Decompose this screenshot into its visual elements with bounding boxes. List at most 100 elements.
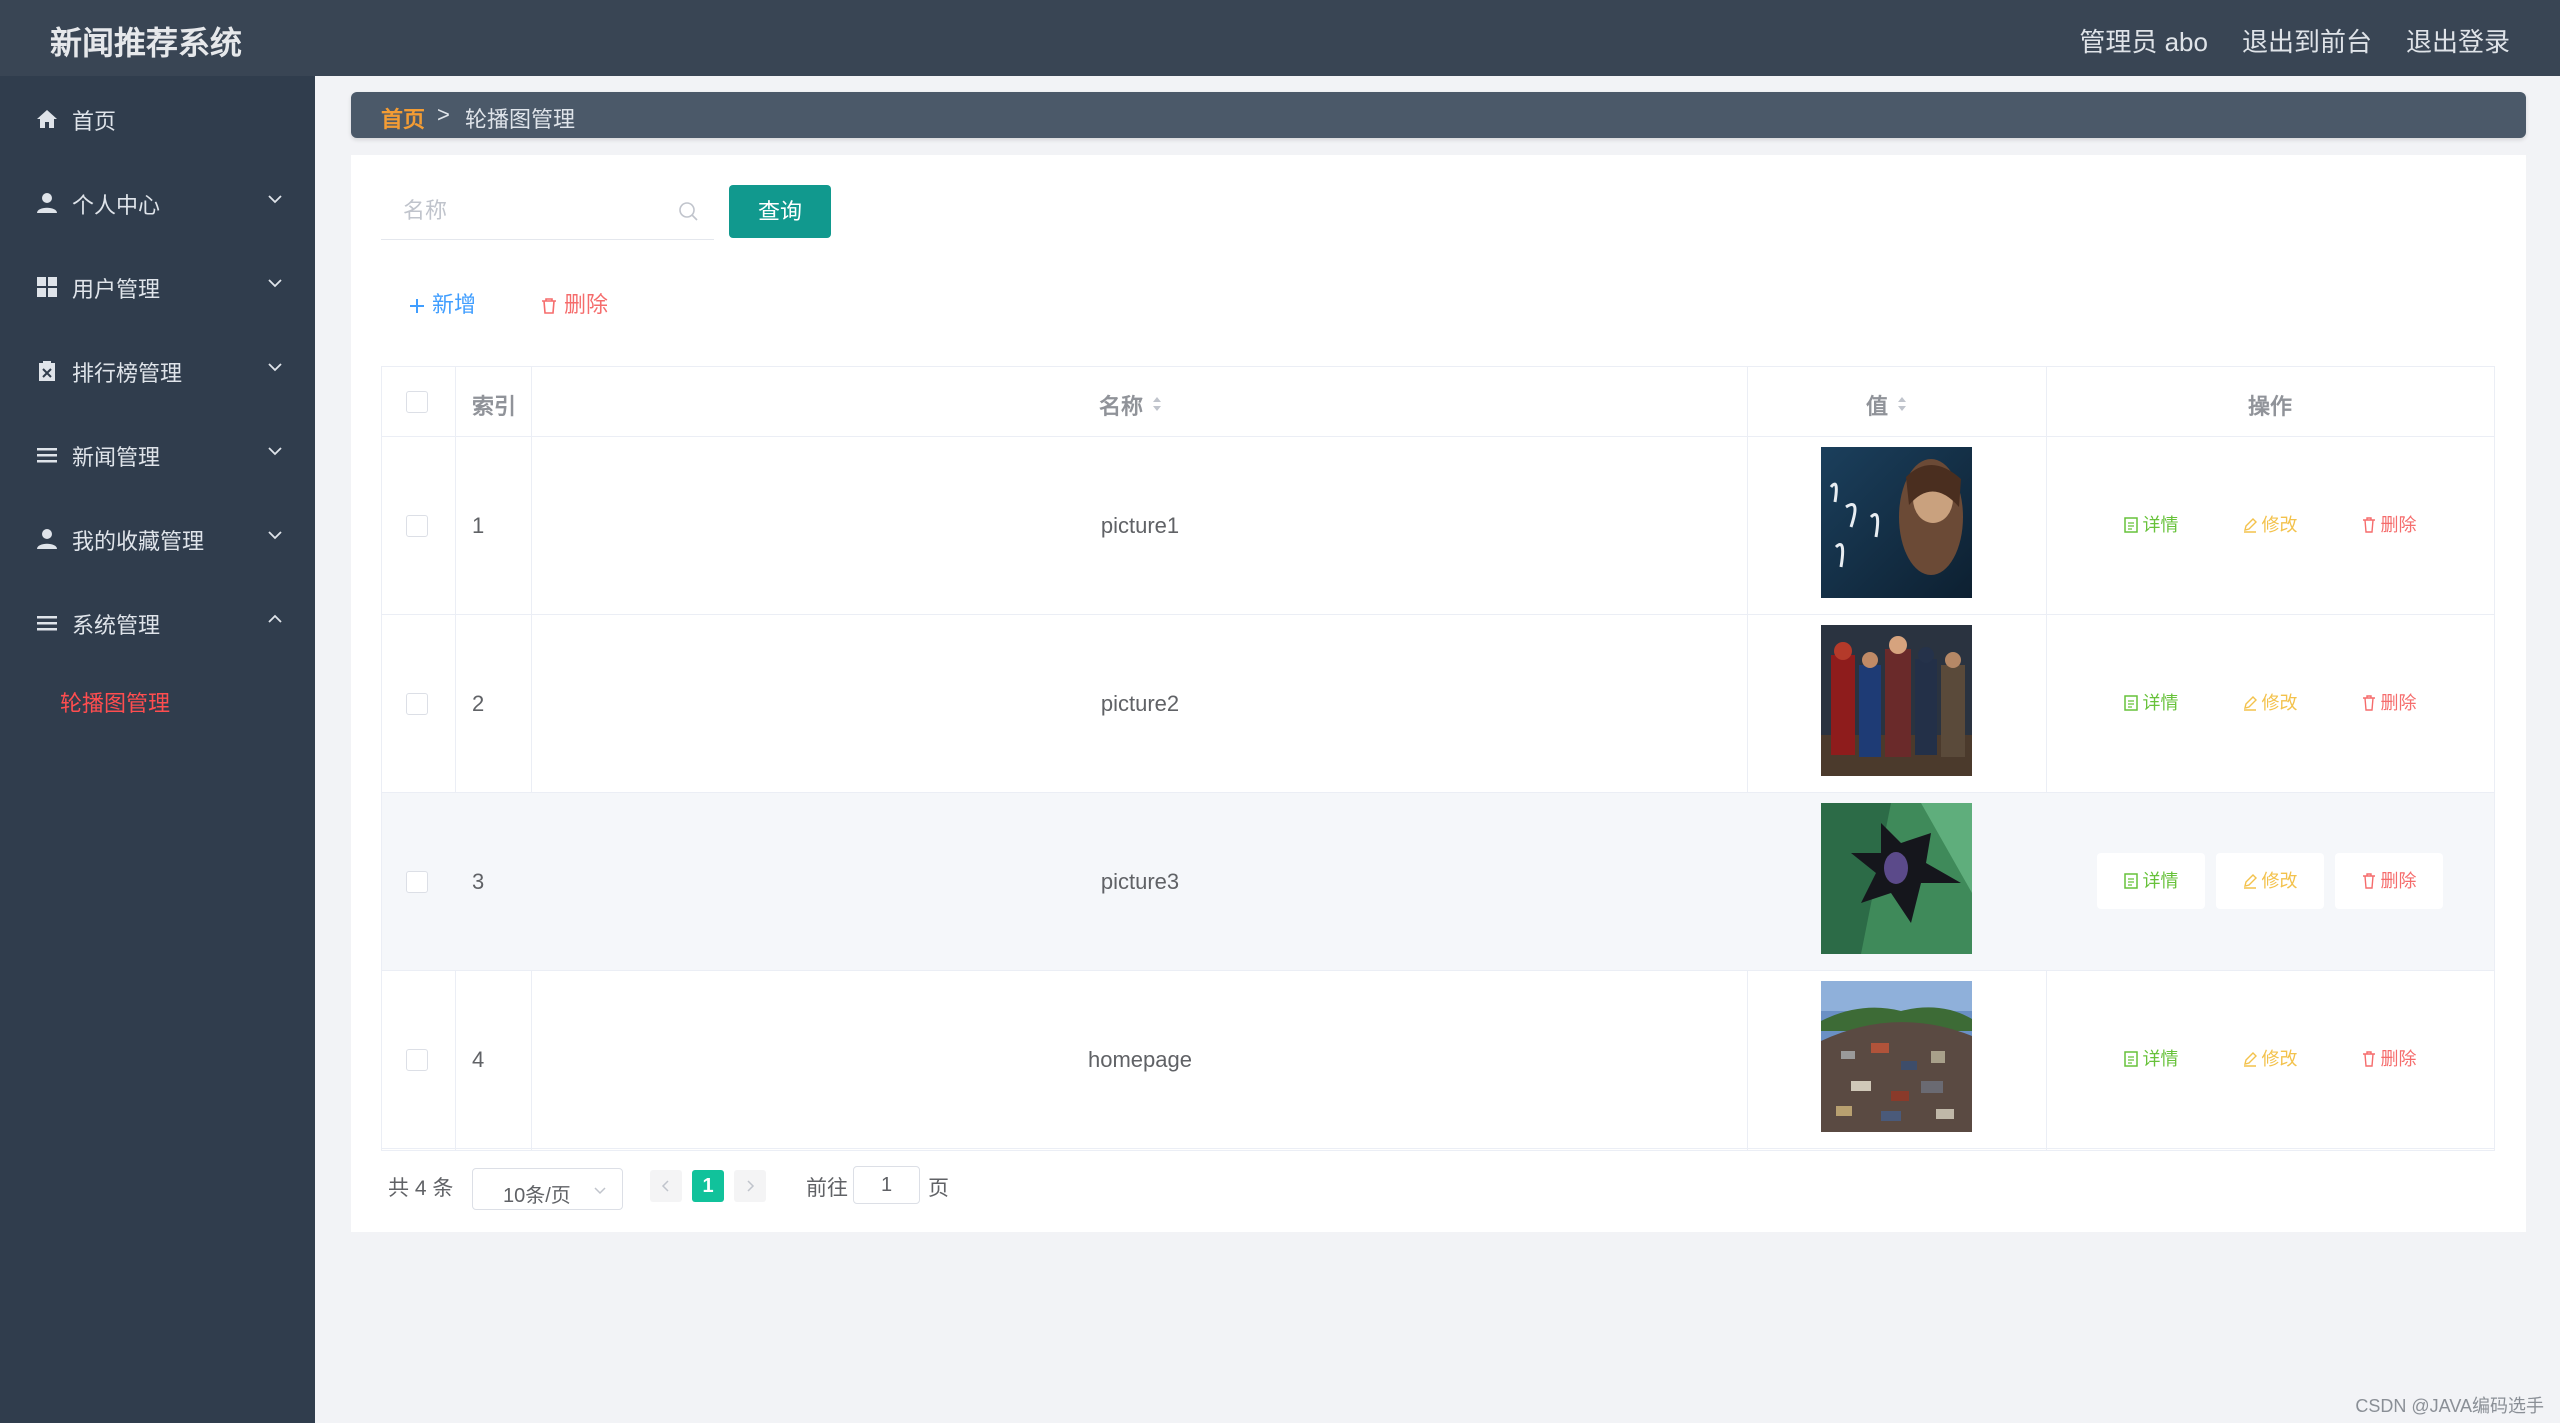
- page-size-select[interactable]: 10条/页: [472, 1168, 623, 1210]
- detail-button[interactable]: 详情: [2097, 675, 2205, 731]
- sidebar-item-ranking-management[interactable]: 排行榜管理: [0, 342, 315, 398]
- row-image[interactable]: [1821, 803, 1972, 954]
- trash-icon: [542, 298, 556, 314]
- chevron-down-icon: [268, 363, 282, 372]
- edit-button[interactable]: 修改: [2216, 853, 2324, 909]
- search-input[interactable]: [381, 184, 671, 238]
- sidebar-item-label: 排行榜管理: [72, 361, 183, 386]
- row-checkbox[interactable]: [406, 515, 428, 537]
- sidebar-item-system-management[interactable]: 系统管理: [0, 594, 315, 650]
- page-number-1[interactable]: 1: [692, 1170, 724, 1202]
- row-index: 2: [472, 691, 485, 716]
- detail-button[interactable]: 详情: [2097, 1031, 2205, 1087]
- edit-button[interactable]: 修改: [2216, 497, 2324, 553]
- exit-to-frontend-link[interactable]: 退出到前台: [2242, 22, 2372, 59]
- sidebar-item-label: 系统管理: [72, 613, 161, 638]
- delete-button[interactable]: 删除: [2335, 853, 2443, 909]
- row-name: picture1: [1100, 513, 1180, 538]
- header-value[interactable]: 值: [1866, 389, 1908, 421]
- edit-label: 修改: [2261, 515, 2298, 535]
- edit-label: 修改: [2261, 1049, 2298, 1069]
- detail-label: 详情: [2142, 1049, 2179, 1069]
- sidebar-item-user-management[interactable]: 用户管理: [0, 258, 315, 314]
- user-icon: [37, 193, 57, 213]
- search-icon: [679, 202, 698, 221]
- breadcrumb: 首页 > 轮播图管理: [351, 92, 2526, 138]
- row-actions: 详情 修改 删除: [2097, 675, 2467, 731]
- edit-button[interactable]: 修改: [2216, 1031, 2324, 1087]
- goto-label: 前往: [806, 1177, 848, 1200]
- edit-button[interactable]: 修改: [2216, 675, 2324, 731]
- goto-page-input[interactable]: [853, 1166, 920, 1204]
- sidebar-subitem-carousel-management[interactable]: 轮播图管理: [0, 672, 315, 728]
- row-checkbox[interactable]: [406, 693, 428, 715]
- sidebar-item-home[interactable]: 首页: [0, 90, 315, 146]
- logout-link[interactable]: 退出登录: [2406, 22, 2510, 59]
- list-icon: [37, 448, 57, 463]
- admin-user-link[interactable]: 管理员 abo: [2079, 22, 2208, 59]
- query-button[interactable]: 查询: [729, 185, 831, 238]
- header-name[interactable]: 名称: [1099, 389, 1163, 421]
- delete-label: 删除: [2380, 871, 2417, 891]
- delete-button[interactable]: 删除: [2335, 675, 2443, 731]
- detail-button[interactable]: 详情: [2097, 497, 2205, 553]
- sort-icon: [1898, 397, 1907, 411]
- delete-button[interactable]: 删除: [2335, 1031, 2443, 1087]
- table-row: 4 homepage 详情 修改 删除: [382, 971, 2494, 1149]
- chevron-down-icon: [594, 1187, 606, 1195]
- grid-icon: [37, 277, 57, 297]
- row-checkbox[interactable]: [406, 1049, 428, 1071]
- add-button[interactable]: 新增: [408, 287, 476, 319]
- select-all-checkbox[interactable]: [406, 391, 428, 413]
- plus-icon: [410, 299, 424, 313]
- chevron-right-icon: [747, 1180, 755, 1192]
- delete-button[interactable]: 删除: [2335, 497, 2443, 553]
- chevron-down-icon: [268, 447, 282, 456]
- row-name: picture2: [1100, 691, 1180, 716]
- delete-label: 删除: [2380, 515, 2417, 535]
- trash-icon: [2362, 873, 2375, 889]
- document-icon: [2123, 873, 2138, 889]
- detail-label: 详情: [2142, 693, 2179, 713]
- header-index: 索引: [472, 394, 517, 419]
- sidebar: 首页 个人中心 用户管理 排行榜管理 新闻管理 我的收藏管理 系统管理 轮播图管…: [0, 76, 315, 1423]
- row-name: homepage: [1088, 1047, 1192, 1072]
- row-checkbox[interactable]: [406, 871, 428, 893]
- batch-delete-button[interactable]: 删除: [540, 287, 608, 319]
- edit-label: 修改: [2261, 871, 2298, 891]
- row-index: 4: [472, 1047, 485, 1072]
- delete-label: 删除: [2380, 1049, 2417, 1069]
- sidebar-item-label: 个人中心: [72, 193, 161, 218]
- next-page-button[interactable]: [734, 1170, 766, 1202]
- watermark: CSDN @JAVA编码选手: [2355, 1396, 2544, 1416]
- trash-icon: [2362, 1051, 2375, 1067]
- prev-page-button[interactable]: [650, 1170, 682, 1202]
- pagination-total: 共 4 条: [388, 1177, 454, 1200]
- detail-label: 详情: [2142, 515, 2179, 535]
- row-actions: 详情 修改 删除: [2097, 853, 2467, 909]
- row-image[interactable]: [1821, 981, 1972, 1132]
- document-icon: [2123, 695, 2138, 711]
- sidebar-subitem-label: 轮播图管理: [60, 691, 171, 716]
- top-bar: 新闻推荐系统 管理员 abo 退出到前台 退出登录: [0, 0, 2560, 76]
- sort-icon: [1153, 397, 1162, 411]
- breadcrumb-home-link[interactable]: 首页: [381, 102, 425, 134]
- user-icon: [37, 529, 57, 549]
- delete-label: 删除: [2380, 693, 2417, 713]
- trash-icon: [2362, 517, 2375, 533]
- chevron-left-icon: [661, 1180, 669, 1192]
- row-actions: 详情 修改 删除: [2097, 497, 2467, 553]
- list-icon: [37, 616, 57, 631]
- pencil-icon: [2243, 518, 2257, 533]
- sidebar-item-news-management[interactable]: 新闻管理: [0, 426, 315, 482]
- breadcrumb-separator: >: [437, 102, 450, 127]
- detail-button[interactable]: 详情: [2097, 853, 2205, 909]
- sidebar-item-personal-center[interactable]: 个人中心: [0, 174, 315, 230]
- add-button-label: 新增: [432, 292, 477, 317]
- sidebar-item-favorites-management[interactable]: 我的收藏管理: [0, 510, 315, 566]
- row-image[interactable]: [1821, 447, 1972, 598]
- header-ops: 操作: [2248, 394, 2293, 419]
- document-icon: [2123, 517, 2138, 533]
- sidebar-item-label: 首页: [72, 109, 117, 134]
- row-image[interactable]: [1821, 625, 1972, 776]
